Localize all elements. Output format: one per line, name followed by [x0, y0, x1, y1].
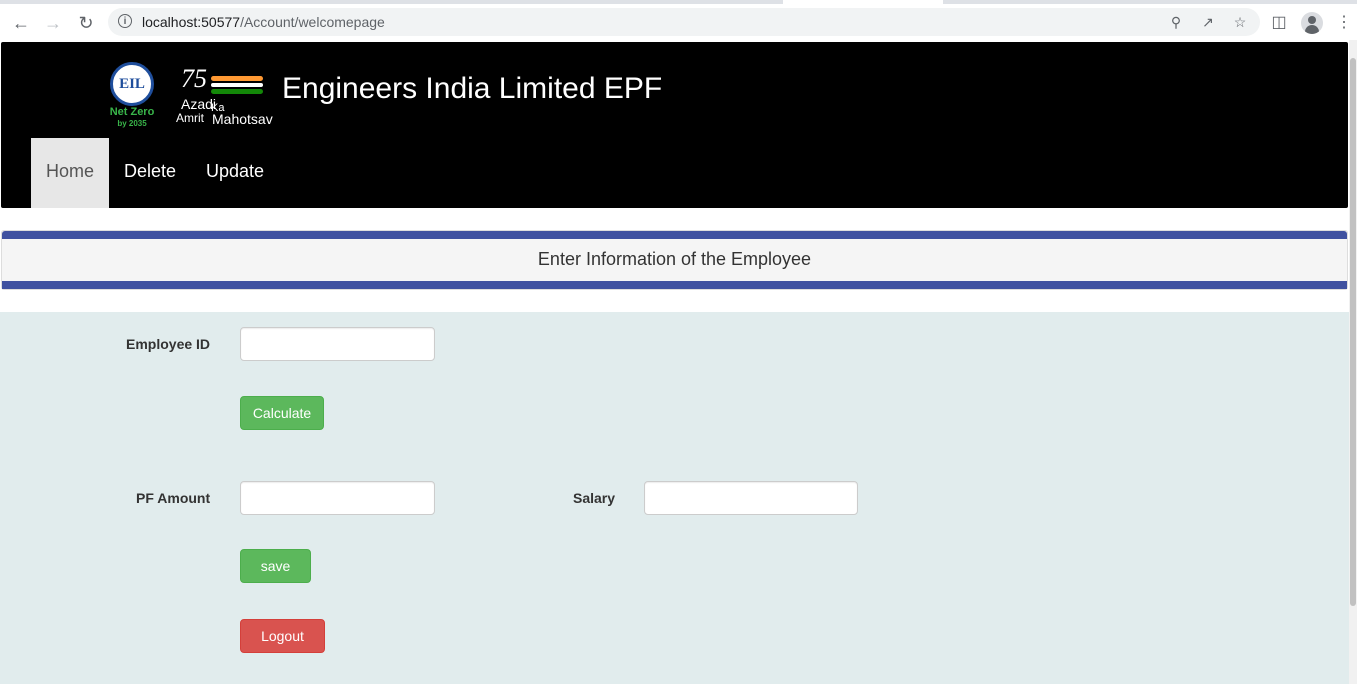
web-page: EIL Net Zero by 2035 75 Azadi Ka Amrit M…	[0, 40, 1349, 684]
section-heading: Enter Information of the Employee	[537, 249, 812, 269]
side-panel-icon[interactable]: ◫	[1267, 11, 1291, 35]
url-text[interactable]: localhost:50577/Account/welcomepage	[142, 14, 385, 30]
key-icon[interactable]: ⚲	[1166, 12, 1186, 32]
salary-input[interactable]	[644, 481, 858, 515]
amrit-word: Amrit	[176, 111, 204, 125]
nav-update[interactable]: Update	[191, 138, 279, 208]
flag-white-stripe	[211, 83, 263, 87]
employee-id-label: Employee ID	[126, 336, 211, 352]
site-title: Engineers India Limited EPF	[282, 72, 663, 105]
menu-kebab-icon[interactable]: ⋮	[1332, 11, 1356, 35]
scrollbar-thumb[interactable]	[1350, 58, 1356, 606]
eil-logo: EIL Net Zero by 2035	[105, 62, 159, 132]
site-info-icon[interactable]: i	[118, 14, 132, 28]
panel-bottom-bar	[2, 281, 1347, 289]
flag-saffron-stripe	[211, 76, 263, 81]
url-path: /Account/welcomepage	[240, 14, 385, 30]
flag-green-stripe	[211, 89, 263, 94]
page-scrollbar[interactable]	[1349, 40, 1357, 684]
panel-top-bar	[2, 231, 1347, 239]
azadi-75: 75	[181, 64, 207, 93]
back-arrow-icon[interactable]: ←	[9, 11, 33, 35]
pf-amount-input[interactable]	[240, 481, 435, 515]
employee-form: Employee ID Calculate PF Amount Salary s…	[0, 312, 1349, 684]
profile-avatar-icon[interactable]	[1301, 12, 1323, 34]
browser-toolbar: ← → ↻ i localhost:50577/Account/welcomep…	[0, 4, 1357, 40]
eil-emblem-icon: EIL	[110, 62, 154, 106]
forward-arrow-icon[interactable]: →	[41, 11, 65, 35]
logout-button[interactable]: Logout	[240, 619, 325, 653]
mahotsav-word: Mahotsav	[212, 111, 273, 127]
bookmark-star-icon[interactable]: ☆	[1230, 12, 1250, 32]
net-zero-text: Net Zero	[109, 106, 155, 118]
pf-amount-label: PF Amount	[136, 490, 211, 506]
url-host: localhost:50577	[142, 14, 241, 30]
save-button[interactable]: save	[240, 549, 311, 583]
section-heading-panel: Enter Information of the Employee	[1, 230, 1348, 290]
azadi-ka-amrit-mahotsav-logo: 75 Azadi Ka Amrit Mahotsav	[175, 64, 285, 128]
address-bar[interactable]: i localhost:50577/Account/welcomepage ⚲ …	[108, 8, 1260, 36]
calculate-button[interactable]: Calculate	[240, 396, 324, 430]
net-zero-year: by 2035	[117, 119, 147, 128]
nav-delete[interactable]: Delete	[109, 138, 191, 208]
reload-icon[interactable]: ↻	[74, 11, 98, 35]
eil-logo-text: EIL	[119, 76, 145, 92]
employee-id-input[interactable]	[240, 327, 435, 361]
salary-label: Salary	[573, 490, 616, 506]
site-header: EIL Net Zero by 2035 75 Azadi Ka Amrit M…	[1, 42, 1348, 208]
nav-home[interactable]: Home	[31, 138, 110, 208]
share-icon[interactable]: ↗	[1198, 12, 1218, 32]
